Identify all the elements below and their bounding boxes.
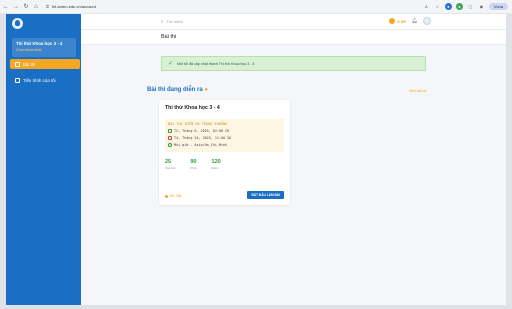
exam-title: Thi thử Khoa học 3 - 4	[165, 105, 220, 111]
section-title: Bài thi đang diễn ra ●	[147, 87, 208, 93]
site-info-icon[interactable]: ⚿	[46, 4, 49, 9]
course-title: Thi thử Khoa học 3 - 4	[16, 41, 63, 46]
profile-icon[interactable]: ◉	[478, 3, 485, 10]
xp-badge[interactable]: 0 XP	[389, 18, 406, 24]
stat-minutes: 90 Phút	[190, 159, 197, 170]
clock-icon	[168, 143, 172, 147]
search-icon: ⌕	[161, 19, 164, 24]
extension-icon[interactable]: ●	[444, 3, 452, 10]
sidebar-item-label: Bài thi	[23, 61, 36, 67]
schedule-heading: BÀI THI DIỄN RA TRONG KHOẢNG	[168, 122, 228, 126]
reload-icon[interactable]: ↻	[22, 3, 30, 11]
address-bar[interactable]: ⚿ thi.ardeo.edu.vn/account	[46, 4, 96, 9]
end-time-row: T4, Tháng 24, 2025, 11:00 SA	[168, 136, 281, 140]
logo[interactable]	[12, 18, 23, 29]
sidebar: Thi thử Khoa học 3 - 4 Chọn khóa khác Bà…	[6, 14, 81, 305]
progress-icon	[15, 77, 20, 83]
bell-icon[interactable]: 🔔︎	[412, 18, 418, 24]
browser-toolbar: ← → ↻ ⌂ ⚿ thi.ardeo.edu.vn/account A ☆ ●…	[0, 0, 512, 14]
translate-icon[interactable]: A	[423, 3, 430, 10]
search-box[interactable]: ⌕ Tìm kiếm	[161, 19, 183, 24]
start-exam-button[interactable]: BẮT ĐẦU LÀM BÀI	[247, 191, 284, 199]
stat-questions: 25 Câu hỏi	[165, 159, 176, 170]
start-time-row: T2, Tháng 6, 2025, 02:00 CH	[168, 129, 281, 133]
sidebar-item-progress[interactable]: Tiến trình của tôi	[10, 75, 80, 85]
sidepanel-icon[interactable]: ▢	[467, 3, 474, 10]
star-icon[interactable]: ☆	[434, 3, 441, 10]
sidebar-item-label: Tiến trình của tôi	[23, 77, 56, 83]
xp-value: 0 XP	[397, 18, 406, 24]
extension-icon[interactable]: ●	[455, 3, 463, 10]
avatar[interactable]	[423, 17, 431, 25]
calendar-end-icon	[168, 136, 172, 140]
check-icon: ✓	[168, 61, 174, 67]
status-dot	[165, 194, 168, 198]
see-all-link[interactable]: Xem tất cả	[409, 89, 426, 93]
home-icon[interactable]: ⌂	[32, 3, 40, 11]
exam-stats: 25 Câu hỏi 90 Phút 120 Điểm	[165, 159, 221, 170]
change-course-link[interactable]: Chọn khóa khác	[16, 48, 72, 52]
main-content: ⌕ Tìm kiếm 0 XP 🔔︎ Bài thi ✓ Mời tôi đã …	[81, 14, 506, 305]
back-icon[interactable]: ←	[2, 3, 10, 11]
status-badge: Mở, Bắt	[165, 194, 181, 198]
address-text: thi.ardeo.edu.vn/account	[52, 4, 96, 9]
exam-card[interactable]: Thi thử Khoa học 3 - 4 BÀI THI DIỄN RA T…	[159, 100, 290, 205]
course-card[interactable]: Thi thử Khoa học 3 - 4 Chọn khóa khác	[12, 38, 76, 57]
sidebar-item-exams[interactable]: Bài thi	[10, 59, 80, 69]
page-header: Bài thi	[81, 30, 506, 45]
toast-message: Mời tôi đã cập nhật thành Thi thử Khoa h…	[177, 61, 255, 66]
search-placeholder: Tìm kiếm	[166, 19, 183, 24]
success-toast: ✓ Mời tôi đã cập nhật thành Thi thử Khoa…	[161, 56, 426, 71]
calendar-start-icon	[168, 129, 172, 133]
timezone-row: Múi giờ - Asia/Ho_Chi_Minh	[168, 143, 281, 147]
stat-points: 120 Điểm	[211, 159, 221, 170]
coin-icon	[389, 18, 396, 24]
exam-icon	[15, 61, 20, 67]
profile-button[interactable]: Vona	[488, 3, 508, 10]
schedule-box: BÀI THI DIỄN RA TRONG KHOẢNG T2, Tháng 6…	[165, 119, 284, 152]
top-bar: ⌕ Tìm kiếm 0 XP 🔔︎	[81, 14, 506, 30]
page-title: Bài thi	[161, 34, 177, 40]
forward-icon[interactable]: →	[12, 3, 20, 11]
